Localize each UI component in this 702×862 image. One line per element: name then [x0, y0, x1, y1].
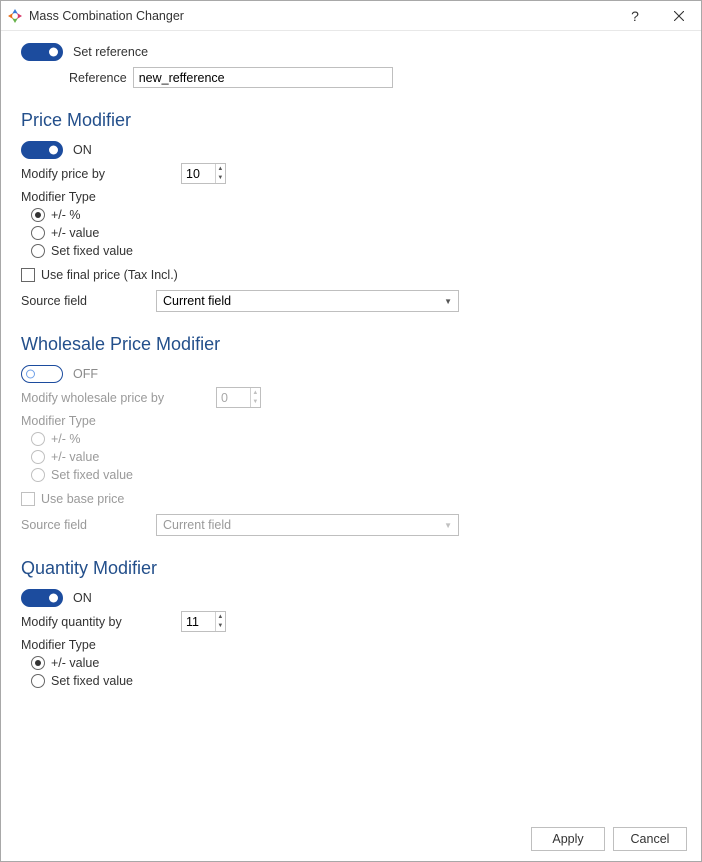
close-button[interactable] — [657, 1, 701, 31]
stepper-down-icon[interactable]: ▼ — [216, 622, 225, 632]
price-radio-value-label: +/- value — [51, 226, 99, 240]
price-source-field-value: Current field — [163, 294, 231, 308]
quantity-modifier-heading: Quantity Modifier — [21, 558, 681, 579]
price-radio-fixed[interactable] — [31, 244, 45, 258]
dialog-footer: Apply Cancel — [531, 827, 687, 851]
quantity-toggle[interactable] — [21, 589, 63, 607]
set-reference-label: Set reference — [73, 45, 148, 59]
chevron-down-icon: ▼ — [444, 297, 452, 306]
price-radio-percent-label: +/- % — [51, 208, 81, 222]
price-radio-fixed-label: Set fixed value — [51, 244, 133, 258]
modify-price-input[interactable] — [182, 164, 215, 183]
use-base-price-label: Use base price — [41, 492, 124, 506]
modify-quantity-stepper[interactable]: ▲▼ — [181, 611, 226, 632]
modify-quantity-input[interactable] — [182, 612, 215, 631]
reference-input[interactable] — [133, 67, 393, 88]
wholesale-toggle-label: OFF — [73, 367, 98, 381]
price-source-field-label: Source field — [21, 294, 156, 308]
dialog-window: Mass Combination Changer ? Set reference… — [0, 0, 702, 862]
help-button[interactable]: ? — [613, 1, 657, 31]
price-radio-value[interactable] — [31, 226, 45, 240]
dialog-body: Set reference Reference Price Modifier O… — [1, 31, 701, 861]
quantity-radio-fixed[interactable] — [31, 674, 45, 688]
quantity-toggle-label: ON — [73, 591, 92, 605]
modify-wholesale-label: Modify wholesale price by — [21, 391, 216, 405]
price-toggle[interactable] — [21, 141, 63, 159]
stepper-down-icon: ▼ — [251, 398, 260, 408]
set-reference-toggle[interactable] — [21, 43, 63, 61]
wholesale-radio-fixed — [31, 468, 45, 482]
price-radio-percent[interactable] — [31, 208, 45, 222]
price-modifier-type-label: Modifier Type — [21, 190, 681, 204]
use-final-price-checkbox[interactable] — [21, 268, 35, 282]
wholesale-radio-value-label: +/- value — [51, 450, 99, 464]
titlebar: Mass Combination Changer ? — [1, 1, 701, 31]
wholesale-radio-fixed-label: Set fixed value — [51, 468, 133, 482]
cancel-button[interactable]: Cancel — [613, 827, 687, 851]
stepper-up-icon[interactable]: ▲ — [216, 164, 225, 174]
wholesale-modifier-heading: Wholesale Price Modifier — [21, 334, 681, 355]
price-toggle-label: ON — [73, 143, 92, 157]
wholesale-radio-percent — [31, 432, 45, 446]
wholesale-modifier-type-label: Modifier Type — [21, 414, 681, 428]
use-base-price-checkbox — [21, 492, 35, 506]
wholesale-source-field-select: Current field ▼ — [156, 514, 459, 536]
modify-quantity-label: Modify quantity by — [21, 615, 181, 629]
quantity-radio-value-label: +/- value — [51, 656, 99, 670]
modify-price-stepper[interactable]: ▲▼ — [181, 163, 226, 184]
wholesale-radio-percent-label: +/- % — [51, 432, 81, 446]
app-logo-icon — [7, 8, 23, 24]
price-source-field-select[interactable]: Current field ▼ — [156, 290, 459, 312]
quantity-modifier-type-label: Modifier Type — [21, 638, 681, 652]
wholesale-source-field-value: Current field — [163, 518, 231, 532]
apply-button[interactable]: Apply — [531, 827, 605, 851]
modify-wholesale-input — [217, 388, 250, 407]
window-title: Mass Combination Changer — [29, 9, 613, 23]
quantity-radio-value[interactable] — [31, 656, 45, 670]
use-final-price-label: Use final price (Tax Incl.) — [41, 268, 178, 282]
reference-field-label: Reference — [69, 71, 127, 85]
price-modifier-heading: Price Modifier — [21, 110, 681, 131]
wholesale-radio-value — [31, 450, 45, 464]
stepper-up-icon: ▲ — [251, 388, 260, 398]
stepper-up-icon[interactable]: ▲ — [216, 612, 225, 622]
wholesale-toggle[interactable] — [21, 365, 63, 383]
wholesale-source-field-label: Source field — [21, 518, 156, 532]
quantity-radio-fixed-label: Set fixed value — [51, 674, 133, 688]
modify-price-label: Modify price by — [21, 167, 181, 181]
chevron-down-icon: ▼ — [444, 521, 452, 530]
modify-wholesale-stepper: ▲▼ — [216, 387, 261, 408]
stepper-down-icon[interactable]: ▼ — [216, 174, 225, 184]
